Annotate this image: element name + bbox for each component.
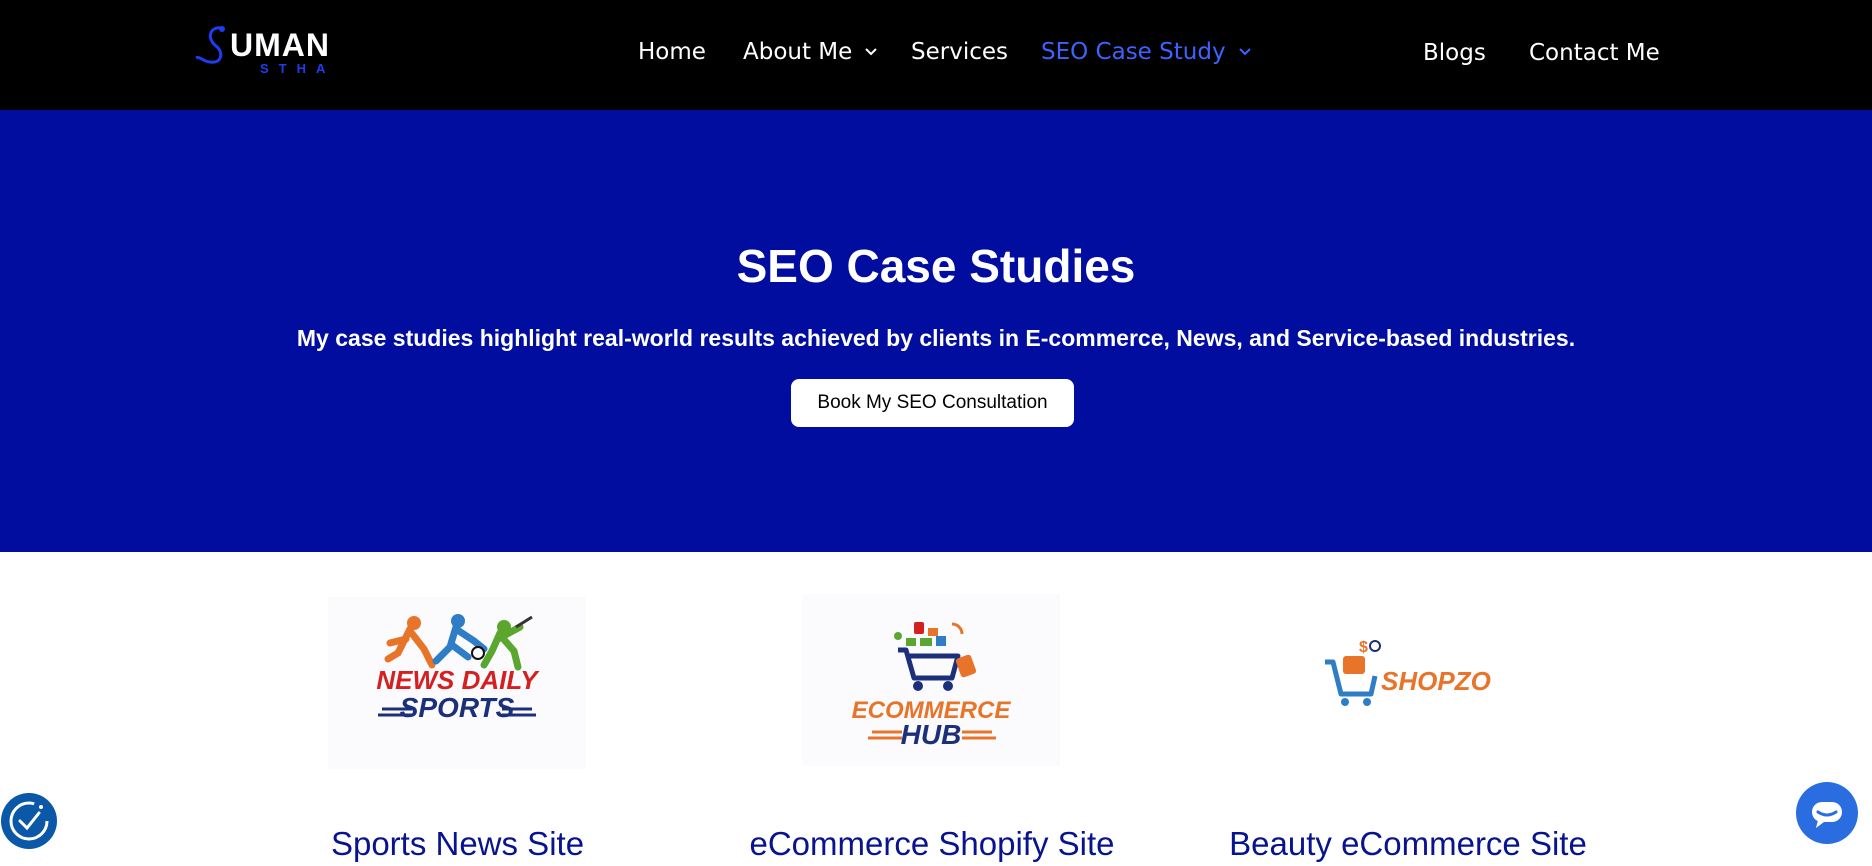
logo-text-2: SPORTS	[400, 692, 515, 723]
nav-blogs[interactable]: Blogs	[1423, 39, 1486, 67]
nav-services[interactable]: Services	[911, 38, 1008, 66]
nav-contact-label: Contact Me	[1529, 40, 1660, 66]
hero-section: SEO Case Studies My case studies highlig…	[0, 110, 1872, 552]
nav-home[interactable]: Home	[638, 38, 706, 66]
chevron-down-icon	[865, 48, 878, 56]
svg-text:$: $	[1359, 639, 1368, 656]
nav-about[interactable]: About Me	[743, 38, 878, 66]
case-study-title-beauty[interactable]: Beauty eCommerce Site	[1188, 824, 1628, 864]
case-study-logo-beauty[interactable]: $ SHOPZO	[1275, 594, 1533, 766]
hero-subtitle: My case studies highlight real-world res…	[296, 325, 1576, 351]
case-study-title-sports[interactable]: Sports News Site	[237, 824, 678, 864]
nav-services-label: Services	[911, 39, 1008, 65]
chat-icon	[1812, 802, 1842, 828]
shopping-cart-logo-icon: ECOMMERCE HUB	[852, 622, 1011, 750]
book-consultation-button[interactable]: Book My SEO Consultation	[791, 379, 1074, 427]
logo-text-1: NEWS DAILY	[376, 665, 540, 695]
nav-about-label: About Me	[743, 39, 853, 65]
accessibility-icon	[9, 801, 49, 841]
logo-sub-text: STHA	[260, 61, 336, 76]
logo-text-1: SHOPZO	[1381, 666, 1491, 696]
chat-button[interactable]	[1796, 782, 1858, 844]
site-header: UMAN STHA Home About Me Services SEO Cas…	[0, 0, 1872, 110]
nav-home-label: Home	[638, 39, 706, 65]
logo-main-text: UMAN	[230, 27, 330, 63]
case-study-logo-ecommerce[interactable]: ECOMMERCE HUB	[802, 594, 1060, 766]
nav-blogs-label: Blogs	[1423, 40, 1486, 66]
case-study-title-ecommerce[interactable]: eCommerce Shopify Site	[712, 824, 1152, 864]
case-study-logo-sports[interactable]: NEWS DAILY SPORTS	[328, 597, 586, 769]
chevron-down-icon	[1238, 48, 1251, 56]
accessibility-button[interactable]	[1, 793, 57, 849]
logo-text-2: HUB	[901, 719, 962, 750]
nav-contact[interactable]: Contact Me	[1529, 39, 1660, 67]
page-title: SEO Case Studies	[736, 240, 1136, 292]
nav-seo-case-study[interactable]: SEO Case Study	[1041, 38, 1252, 66]
sports-players-logo-icon: NEWS DAILY SPORTS	[376, 614, 540, 723]
nav-seo-case-study-label: SEO Case Study	[1041, 39, 1226, 65]
site-logo[interactable]: UMAN STHA	[192, 24, 342, 80]
shopping-cart-logo-icon: $ SHOPZO	[1325, 639, 1491, 706]
